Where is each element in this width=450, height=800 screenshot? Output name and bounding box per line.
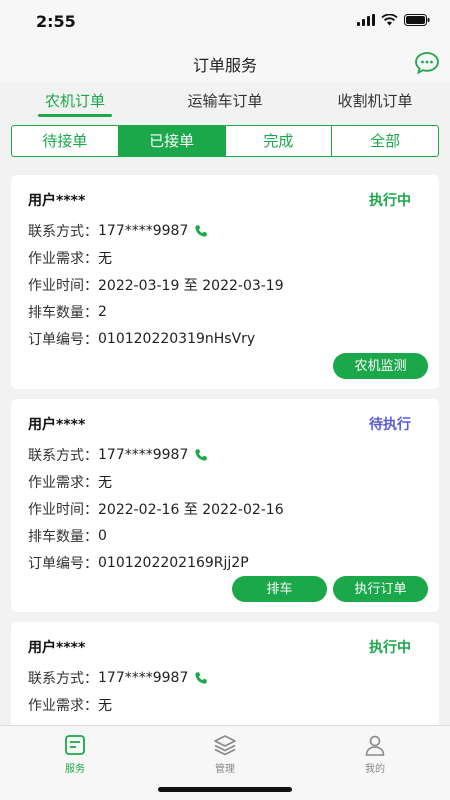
status-bar: 2:55 — [0, 0, 450, 44]
demand-label: 作业需求： — [28, 475, 98, 491]
demand-value: 无 — [98, 698, 112, 714]
demand-label: 作业需求： — [28, 251, 98, 267]
order-status-badge: 执行中 — [369, 640, 411, 656]
tabbar-label: 服务 — [65, 764, 85, 775]
battery-icon — [404, 14, 430, 26]
contact-value: 177****9987 — [98, 447, 189, 463]
demand-row: 作业需求： 无 — [28, 472, 112, 492]
wifi-icon — [381, 14, 398, 26]
vehicle-count-label: 排车数量： — [28, 305, 98, 321]
demand-row: 作业需求： 无 — [28, 248, 112, 268]
contact-value: 177****9987 — [98, 223, 189, 239]
message-icon[interactable] — [414, 50, 440, 76]
tabbar-item-mine[interactable]: 我的 — [300, 726, 450, 800]
contact-value: 177****9987 — [98, 670, 189, 686]
order-card: 用户**** 执行中 联系方式： 177****9987 作业需求： 无 — [11, 622, 439, 725]
work-time-label: 作业时间： — [28, 502, 98, 518]
order-number-value: 0101202202169Rjj2P — [98, 555, 249, 571]
tab-accepted[interactable]: 已接单 — [118, 126, 226, 156]
contact-label: 联系方式： — [28, 448, 98, 464]
vehicle-count-label: 排车数量： — [28, 529, 98, 545]
execute-order-button[interactable]: 执行订单 — [333, 576, 428, 602]
order-card: 用户**** 待执行 联系方式： 177****9987 作业需求： 无 作业时… — [11, 399, 439, 612]
service-icon — [65, 735, 85, 755]
work-time-row: 作业时间： 2022-03-19 至 2022-03-19 — [28, 275, 284, 295]
contact-row: 联系方式： 177****9987 — [28, 445, 208, 465]
dispatch-vehicle-button[interactable]: 排车 — [232, 576, 327, 602]
order-list[interactable]: 用户**** 执行中 联系方式： 177****9987 作业需求： 无 作业时… — [11, 175, 439, 725]
order-number-row: 订单编号： 010120220319nHsVry — [28, 329, 255, 349]
machinery-monitor-button[interactable]: 农机监测 — [333, 353, 428, 379]
demand-row: 作业需求： 无 — [28, 695, 112, 715]
work-time-label: 作业时间： — [28, 278, 98, 294]
order-actions: 农机监测 — [333, 353, 428, 379]
order-card: 用户**** 执行中 联系方式： 177****9987 作业需求： 无 作业时… — [11, 175, 439, 389]
order-number-value: 010120220319nHsVry — [98, 331, 256, 347]
tabbar-item-service[interactable]: 服务 — [0, 726, 150, 800]
demand-value: 无 — [98, 475, 112, 491]
tabbar-label: 我的 — [365, 764, 385, 775]
order-user: 用户**** — [28, 417, 86, 433]
contact-label: 联系方式： — [28, 671, 98, 687]
status-icons — [357, 14, 430, 26]
contact-label: 联系方式： — [28, 224, 98, 240]
nav-bar: 订单服务 — [0, 44, 450, 82]
work-time-row: 作业时间： 2022-02-16 至 2022-02-16 — [28, 499, 284, 519]
order-number-label: 订单编号： — [28, 556, 98, 572]
phone-icon[interactable] — [194, 671, 208, 685]
phone-icon[interactable] — [194, 224, 208, 238]
tab-awaiting-acceptance[interactable]: 待接单 — [12, 126, 119, 156]
order-status-badge: 待执行 — [369, 417, 411, 433]
tab-completed[interactable]: 完成 — [226, 126, 333, 156]
phone-icon[interactable] — [194, 448, 208, 462]
order-user: 用户**** — [28, 193, 86, 209]
layers-icon — [214, 735, 236, 756]
work-time-value: 2022-02-16 至 2022-02-16 — [98, 502, 284, 518]
order-status-badge: 执行中 — [369, 193, 411, 209]
tab-harvester-orders[interactable]: 收割机订单 — [300, 82, 450, 120]
tab-transport-orders[interactable]: 运输车订单 — [150, 82, 300, 120]
tab-all[interactable]: 全部 — [332, 126, 438, 156]
demand-label: 作业需求： — [28, 698, 98, 714]
order-user: 用户**** — [28, 640, 86, 656]
demand-value: 无 — [98, 251, 112, 267]
order-number-row: 订单编号： 0101202202169Rjj2P — [28, 553, 249, 573]
work-time-value: 2022-03-19 至 2022-03-19 — [98, 278, 284, 294]
vehicle-count-value: 0 — [98, 528, 107, 544]
contact-row: 联系方式： 177****9987 — [28, 668, 208, 688]
vehicle-count-row: 排车数量： 2 — [28, 302, 107, 322]
order-status-tabs: 待接单 已接单 完成 全部 — [11, 125, 439, 157]
tab-farm-machinery-orders[interactable]: 农机订单 — [0, 82, 150, 120]
vehicle-count-row: 排车数量： 0 — [28, 526, 107, 546]
contact-row: 联系方式： 177****9987 — [28, 221, 208, 241]
vehicle-count-value: 2 — [98, 304, 107, 320]
person-icon — [365, 735, 385, 756]
page-title: 订单服务 — [192, 56, 257, 75]
status-time: 2:55 — [36, 12, 76, 31]
order-actions: 排车 执行订单 — [232, 576, 428, 602]
order-number-label: 订单编号： — [28, 332, 98, 348]
home-indicator — [158, 787, 292, 792]
tabbar-label: 管理 — [215, 764, 235, 775]
signal-icon — [357, 14, 375, 26]
order-type-tabs: 农机订单 运输车订单 收割机订单 — [0, 82, 450, 120]
